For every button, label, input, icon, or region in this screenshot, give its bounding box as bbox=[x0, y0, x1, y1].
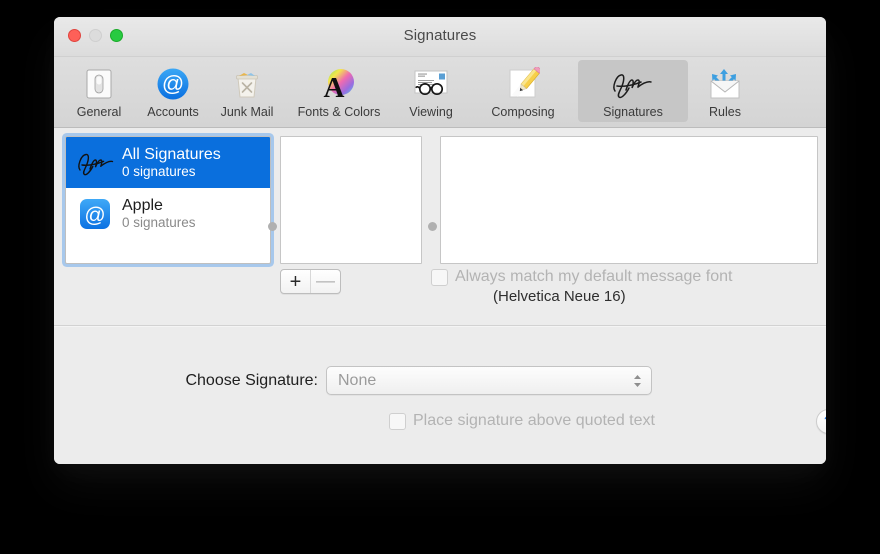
toolbar-item-fonts-colors[interactable]: A Fonts & Colors bbox=[284, 60, 394, 122]
list-item-count: 0 signatures bbox=[122, 163, 196, 179]
choose-signature-value: None bbox=[338, 371, 377, 389]
section-divider-highlight bbox=[54, 326, 826, 327]
signature-accounts-list[interactable]: All Signatures 0 signatures @ Apple 0 si… bbox=[65, 136, 271, 264]
toolbar-label-junk-mail: Junk Mail bbox=[220, 105, 274, 119]
window-titlebar: Signatures bbox=[54, 17, 826, 57]
toolbar-item-rules[interactable]: Rules bbox=[688, 60, 762, 122]
accounts-icon: @ bbox=[138, 64, 208, 103]
toolbar-label-fonts-colors: Fonts & Colors bbox=[297, 105, 381, 119]
composing-icon bbox=[470, 64, 576, 103]
choose-signature-row: Choose Signature: None bbox=[54, 366, 826, 395]
signatures-pane: All Signatures 0 signatures @ Apple 0 si… bbox=[54, 128, 826, 464]
general-icon bbox=[64, 64, 134, 103]
match-default-font-checkbox[interactable] bbox=[431, 268, 448, 286]
toolbar-label-composing: Composing bbox=[491, 105, 555, 119]
toolbar-item-viewing[interactable]: Viewing bbox=[394, 60, 468, 122]
at-sign-icon: @ bbox=[74, 194, 116, 234]
svg-text:A: A bbox=[324, 72, 345, 101]
toolbar-item-signatures[interactable]: Signatures bbox=[578, 60, 688, 122]
signature-editor-pane[interactable] bbox=[440, 136, 818, 264]
toolbar-label-rules: Rules bbox=[709, 105, 741, 119]
match-default-font-block: Always match my default message font (He… bbox=[431, 268, 821, 305]
window-title: Signatures bbox=[403, 27, 477, 44]
toolbar-label-accounts: Accounts bbox=[147, 105, 199, 119]
viewing-icon bbox=[396, 64, 466, 103]
list-item-name: All Signatures bbox=[122, 145, 221, 163]
match-default-font-label: Always match my default message font bbox=[455, 268, 733, 285]
list-item-all-signatures[interactable]: All Signatures 0 signatures bbox=[66, 137, 270, 188]
list-item-name: Apple bbox=[122, 196, 163, 214]
chevron-updown-icon bbox=[633, 374, 642, 388]
toolbar-label-general: General bbox=[76, 105, 122, 119]
splitter-handle-right[interactable] bbox=[428, 222, 437, 231]
help-button[interactable]: ? bbox=[816, 409, 826, 434]
toolbar-item-composing[interactable]: Composing bbox=[468, 60, 578, 122]
preferences-toolbar: General @ Accounts Junk Mail A Fonts & C… bbox=[54, 57, 826, 128]
signatures-preferences-window: Signatures General @ Accounts Junk Mail … bbox=[54, 17, 826, 464]
list-item-text: Apple 0 signatures bbox=[122, 197, 196, 230]
toolbar-label-signatures: Signatures bbox=[603, 105, 663, 119]
junk-mail-icon bbox=[212, 64, 282, 103]
three-pane-area: All Signatures 0 signatures @ Apple 0 si… bbox=[54, 128, 826, 316]
place-signature-row[interactable]: Place signature above quoted text bbox=[389, 412, 655, 430]
svg-text:@: @ bbox=[84, 204, 105, 227]
splitter-handle-left[interactable] bbox=[268, 222, 277, 231]
place-signature-label: Place signature above quoted text bbox=[413, 412, 655, 429]
add-signature-button[interactable]: + bbox=[281, 270, 310, 293]
default-font-note: (Helvetica Neue 16) bbox=[493, 288, 626, 305]
fonts-colors-icon: A bbox=[286, 64, 392, 103]
choose-signature-popup[interactable]: None bbox=[326, 366, 652, 395]
rules-icon bbox=[690, 64, 760, 103]
match-default-font-checkbox-row[interactable]: Always match my default message font bbox=[431, 268, 821, 286]
list-item-apple[interactable]: @ Apple 0 signatures bbox=[66, 188, 270, 239]
signature-scribble-icon bbox=[74, 143, 116, 183]
list-item-text: All Signatures 0 signatures bbox=[122, 146, 221, 179]
toolbar-label-viewing: Viewing bbox=[409, 105, 453, 119]
svg-text:@: @ bbox=[162, 71, 184, 96]
signature-names-pane[interactable] bbox=[280, 136, 422, 264]
toolbar-item-junk-mail[interactable]: Junk Mail bbox=[210, 60, 284, 122]
list-item-count: 0 signatures bbox=[122, 214, 196, 230]
signature-add-remove-controls: + — bbox=[280, 269, 341, 294]
choose-signature-label: Choose Signature: bbox=[185, 371, 318, 389]
signatures-icon bbox=[580, 64, 686, 103]
remove-signature-button[interactable]: — bbox=[310, 270, 340, 293]
toolbar-item-general[interactable]: General bbox=[62, 60, 136, 122]
place-signature-checkbox[interactable] bbox=[389, 412, 406, 430]
toolbar-item-accounts[interactable]: @ Accounts bbox=[136, 60, 210, 122]
screen: Signatures General @ Accounts Junk Mail … bbox=[0, 0, 880, 554]
